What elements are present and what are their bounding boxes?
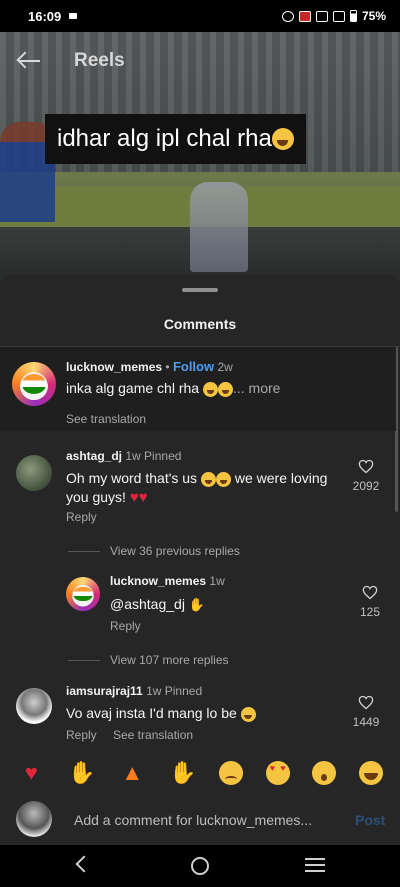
caption-comment: lucknow_memes • Follow 2w inka alg game …: [0, 347, 396, 431]
like-count: 1449: [352, 715, 380, 729]
view-replies-link[interactable]: View 36 previous replies: [110, 544, 240, 558]
caption-author: lucknow_memes • Follow 2w: [66, 359, 233, 374]
comment-age: 1w: [209, 574, 225, 588]
video-person-figure: [190, 182, 248, 272]
red-heart-icon: ♥: [138, 489, 148, 506]
nav-recents-icon[interactable]: [305, 858, 325, 872]
like-heart-icon[interactable]: [358, 459, 374, 474]
comment-author: lucknow_memes 1w: [110, 574, 225, 588]
heart-eyes-reaction-icon[interactable]: [265, 761, 290, 785]
reel-video[interactable]: Reels idhar alg ipl chal rha: [0, 32, 400, 294]
page-title: Reels: [74, 50, 125, 71]
laughing-emoji-icon: [200, 471, 216, 487]
see-translation-link[interactable]: See translation: [66, 412, 146, 426]
surprised-face-reaction-icon[interactable]: [312, 761, 337, 785]
back-arrow-icon[interactable]: [16, 51, 42, 71]
video-caption: idhar alg ipl chal rha: [45, 114, 306, 164]
laughing-emoji-icon: [215, 471, 231, 487]
status-time: 16:09: [28, 8, 62, 24]
caption-age: 2w: [217, 360, 233, 374]
comment-username[interactable]: iamsurajraj11: [66, 684, 143, 698]
comment-username[interactable]: ashtag_dj: [66, 449, 122, 463]
reels-header: Reels: [0, 46, 400, 76]
status-bar: 16:09 75%: [0, 0, 400, 32]
view-replies-link[interactable]: View 107 more replies: [110, 653, 229, 667]
pinned-label: Pinned: [144, 449, 182, 463]
signal-icon: [332, 10, 345, 22]
battery-level: 75%: [361, 9, 386, 23]
nav-home-icon[interactable]: [191, 857, 209, 875]
avatar[interactable]: [66, 577, 100, 611]
red-heart-icon: ♥: [129, 489, 139, 506]
replies-line: [68, 551, 100, 552]
comment-username[interactable]: lucknow_memes: [110, 574, 206, 588]
like-count: 125: [359, 605, 381, 619]
avatar[interactable]: [16, 455, 52, 491]
comment-composer: Add a comment for lucknow_memes... Post: [0, 793, 400, 843]
caption-username[interactable]: lucknow_memes: [66, 360, 162, 374]
comments-title: Comments: [163, 316, 237, 332]
comment-text-part: Oh my word that's us: [66, 470, 198, 486]
nav-back-icon[interactable]: [75, 855, 93, 873]
laughing-emoji-icon: [240, 706, 256, 722]
avatar[interactable]: [12, 362, 56, 406]
comment-input[interactable]: Add a comment for lucknow_memes...: [74, 812, 312, 828]
notification-icon: [69, 13, 78, 19]
comment-age: 1w: [146, 684, 162, 698]
heart-reaction-icon[interactable]: ♥: [17, 759, 45, 787]
reply-button[interactable]: Reply: [110, 619, 141, 633]
battery-icon: [349, 10, 357, 22]
comment-author: iamsurajraj11 1w Pinned: [66, 684, 202, 698]
comment-text-part: Vo avaj insta I'd mang lo be: [66, 705, 237, 721]
laughing-emoji-icon: [202, 381, 218, 397]
reply-button[interactable]: Reply: [66, 728, 97, 742]
comment-text: @ashtag_dj ✋: [110, 595, 205, 614]
reply-button[interactable]: Reply: [66, 510, 97, 524]
like-heart-icon[interactable]: [362, 585, 378, 600]
clapping-hands-reaction-icon[interactable]: ✋: [169, 759, 197, 787]
comments-sheet: Comments lucknow_memes • Follow 2w inka …: [0, 275, 400, 887]
pinned-label: Pinned: [164, 684, 203, 698]
system-nav-bar: [0, 845, 400, 887]
laughing-face-reaction-icon[interactable]: [358, 761, 383, 785]
video-caption-text: idhar alg ipl chal rha: [57, 125, 272, 152]
comment-text: Oh my word that's us we were loving you …: [66, 469, 346, 507]
comment-age: 1w: [125, 449, 141, 463]
raised-hands-reaction-icon[interactable]: ✋: [68, 759, 96, 787]
comment-text: Vo avaj insta I'd mang lo be: [66, 704, 256, 723]
comment-author: ashtag_dj 1w Pinned: [66, 449, 181, 463]
like-count: 2092: [352, 479, 380, 493]
comment-text-part: @ashtag_dj: [110, 596, 185, 612]
crying-face-reaction-icon[interactable]: [219, 761, 244, 785]
laughing-emoji-icon: [217, 381, 233, 397]
raised-hands-icon: ✋: [188, 597, 206, 612]
follow-button[interactable]: Follow: [173, 359, 214, 374]
caption-text-body: inka alg game chl rha: [66, 380, 200, 396]
avatar: [16, 801, 52, 837]
laughing-emoji-icon: [271, 128, 294, 150]
like-heart-icon[interactable]: [358, 695, 374, 710]
quick-reactions-bar: ♥ ✋ ▲ ✋: [0, 753, 400, 793]
status-icons: 75%: [281, 9, 386, 23]
fire-reaction-icon[interactable]: ▲: [118, 759, 146, 787]
wifi-icon: [315, 10, 328, 22]
see-translation-link[interactable]: See translation: [113, 728, 193, 742]
alarm-icon: [281, 10, 294, 22]
cast-icon: [298, 10, 311, 22]
replies-line: [68, 660, 100, 661]
caption-text: inka alg game chl rha ... more: [66, 379, 280, 398]
caption-separator: •: [165, 360, 170, 374]
drag-handle[interactable]: [182, 288, 218, 292]
avatar[interactable]: [16, 688, 52, 724]
post-button[interactable]: Post: [355, 812, 385, 828]
more-link[interactable]: ... more: [233, 380, 280, 396]
